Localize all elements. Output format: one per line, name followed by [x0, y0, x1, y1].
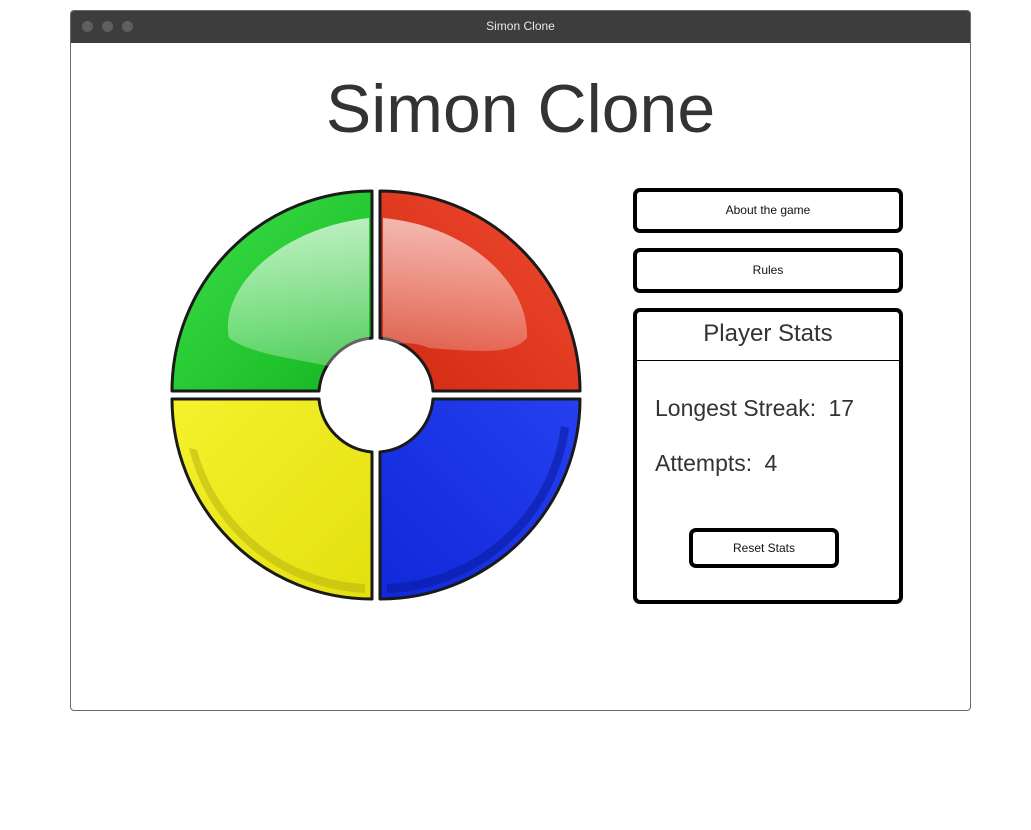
player-stats-panel: Player Stats Longest Streak: 17 Attempts…: [633, 308, 903, 604]
title-bar: Simon Clone: [71, 11, 970, 43]
app-window: Simon Clone Simon Clone About the game R…: [70, 10, 971, 711]
longest-streak-row: Longest Streak: 17: [655, 395, 854, 422]
about-game-button[interactable]: About the game: [633, 188, 903, 233]
attempts-row: Attempts: 4: [655, 450, 777, 477]
reset-stats-button[interactable]: Reset Stats: [689, 528, 839, 568]
player-stats-heading: Player Stats: [637, 312, 899, 361]
center-hub: [326, 345, 426, 445]
attempts-label: Attempts:: [655, 450, 753, 476]
rules-button[interactable]: Rules: [633, 248, 903, 293]
longest-streak-value: 17: [828, 395, 855, 421]
window-title: Simon Clone: [486, 19, 555, 33]
longest-streak-label: Longest Streak:: [655, 395, 817, 421]
page-title: Simon Clone: [325, 71, 716, 147]
simon-board: [169, 188, 583, 602]
simon-board-graphic: [170, 189, 582, 601]
attempts-value: 4: [764, 450, 778, 476]
